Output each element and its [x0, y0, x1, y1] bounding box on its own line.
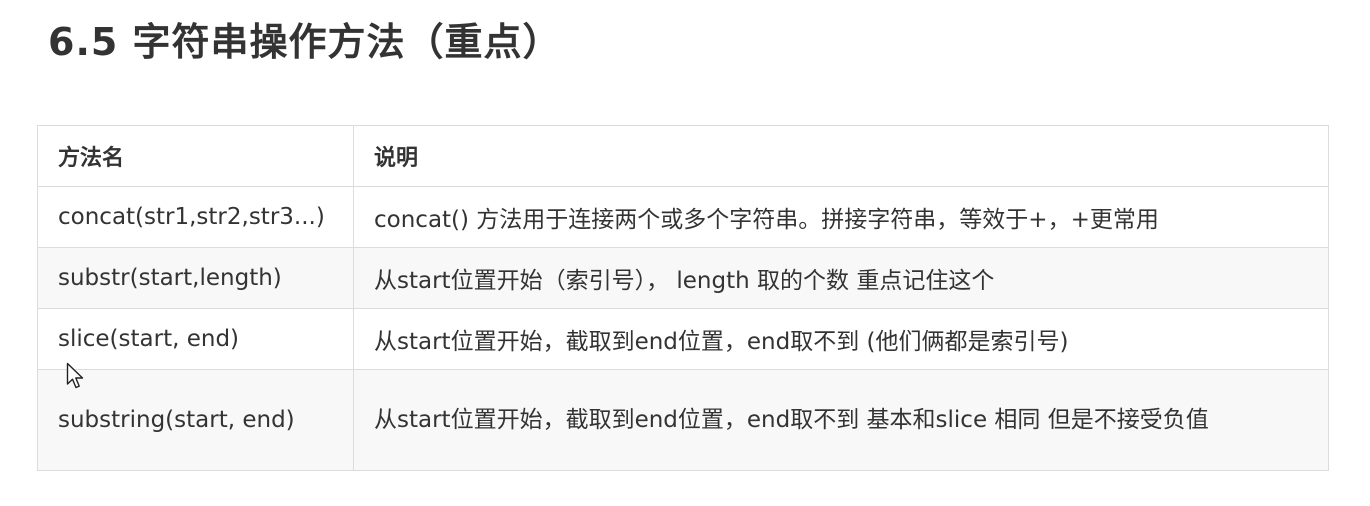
page-title: 6.5 字符串操作方法（重点）: [48, 20, 562, 64]
mouse-pointer-icon: [66, 362, 84, 389]
table-row: substring(start, end) 从start位置开始，截取到end位…: [37, 369, 1329, 471]
method-name-cell: concat(str1,str2,str3...): [37, 186, 354, 248]
column-header-method-name: 方法名: [37, 125, 354, 187]
table-row: substr(start,length) 从start位置开始（索引号）， le…: [37, 247, 1329, 309]
table-row: concat(str1,str2,str3...) concat() 方法用于连…: [37, 186, 1329, 248]
method-description-cell: 从start位置开始（索引号）， length 取的个数 重点记住这个: [353, 247, 1329, 309]
string-methods-table: 方法名 说明 concat(str1,str2,str3...) concat(…: [37, 125, 1329, 471]
table-row: slice(start, end) 从start位置开始，截取到end位置，en…: [37, 308, 1329, 370]
table-header-row: 方法名 说明: [37, 125, 1329, 187]
method-description-cell: 从start位置开始，截取到end位置，end取不到 (他们俩都是索引号): [353, 308, 1329, 370]
method-description-cell: concat() 方法用于连接两个或多个字符串。拼接字符串，等效于+，+更常用: [353, 186, 1329, 248]
column-header-description: 说明: [353, 125, 1329, 187]
method-description-cell: 从start位置开始，截取到end位置，end取不到 基本和slice 相同 但…: [353, 369, 1329, 471]
method-name-cell: slice(start, end): [37, 308, 354, 370]
method-name-cell: substr(start,length): [37, 247, 354, 309]
